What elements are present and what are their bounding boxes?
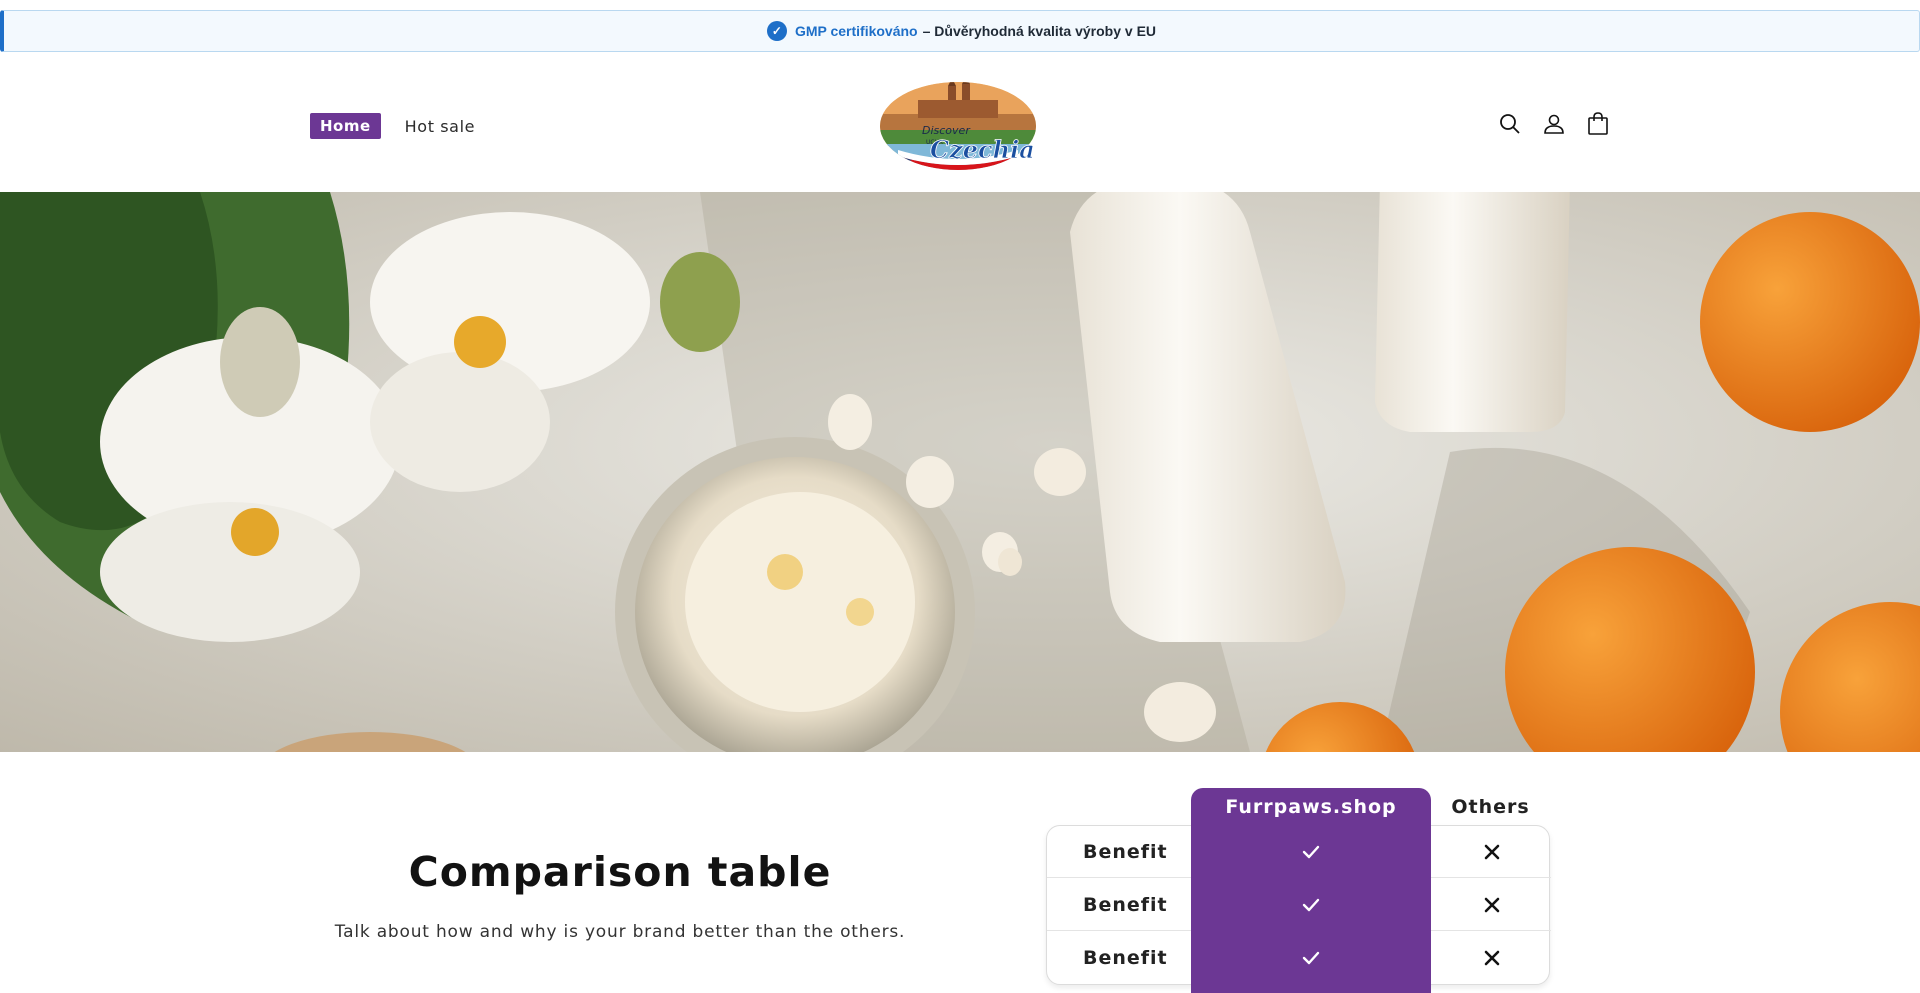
nav-item-hot-sale[interactable]: Hot sale [405, 117, 475, 136]
main-nav: Home Hot sale [310, 113, 475, 139]
cross-icon [1484, 897, 1500, 913]
comparison-table: Benefit Benefit Benefit Furrpaws.shop Ot… [1046, 788, 1551, 993]
check-icon [1302, 898, 1320, 912]
logo-image: Discover UCUK Czechia [880, 82, 1036, 170]
benefit-label: Benefit [1083, 841, 1168, 863]
comparison-subtitle: Talk about how and why is your brand bet… [334, 922, 906, 942]
site-header: Home Hot sale Discover UCUK Czechia [0, 52, 1920, 192]
brand-column-header: Furrpaws.shop [1225, 796, 1397, 818]
cross-icon [1484, 950, 1500, 966]
comparison-title: Comparison table [408, 848, 832, 896]
hero-banner [0, 192, 1920, 752]
nav-item-home[interactable]: Home [310, 113, 381, 139]
announcement-text: – Důvěryhodná kvalita výroby v EU [922, 23, 1157, 39]
benefit-label: Benefit [1083, 894, 1168, 916]
benefit-label: Benefit [1083, 947, 1168, 969]
header-icons [1498, 112, 1610, 136]
site-logo[interactable]: Discover UCUK Czechia [878, 78, 1038, 174]
announcement-bar: ✓ GMP certifikováno – Důvěryhodná kvalit… [0, 10, 1920, 52]
logo-text-czechia: Czechia [930, 135, 1035, 164]
check-icon [1302, 951, 1320, 965]
hero-image [0, 192, 1920, 752]
search-icon[interactable] [1498, 112, 1522, 136]
announcement-certified: GMP certifikováno [794, 23, 918, 39]
account-icon[interactable] [1542, 112, 1566, 136]
others-column-header: Others [1451, 796, 1530, 818]
brand-column: Furrpaws.shop [1191, 788, 1431, 993]
check-icon [1302, 845, 1320, 859]
check-circle-icon: ✓ [766, 21, 787, 41]
cart-icon[interactable] [1586, 112, 1610, 136]
cross-icon [1484, 844, 1500, 860]
